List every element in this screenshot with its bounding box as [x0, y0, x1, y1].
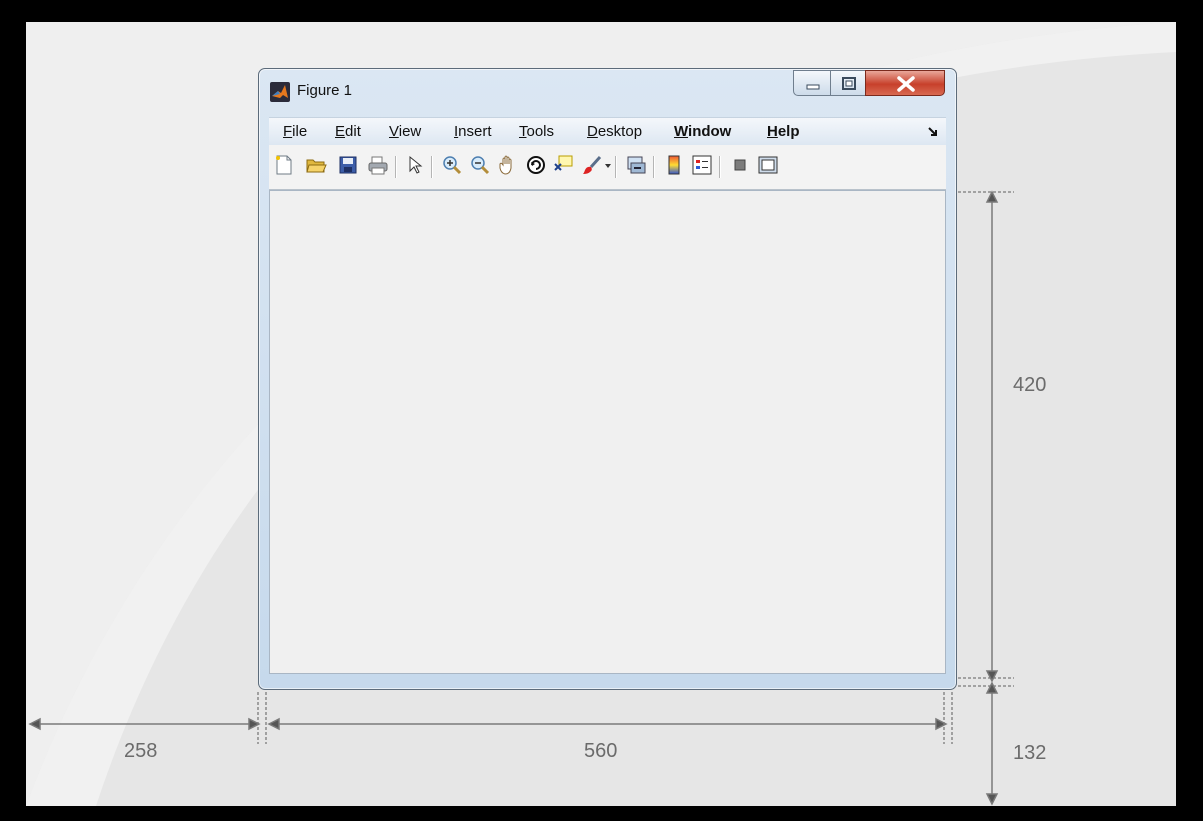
legend-icon[interactable] [691, 154, 713, 176]
toolbar-separator [615, 156, 617, 178]
maximize-icon [842, 77, 856, 90]
brush-icon[interactable] [581, 154, 603, 176]
window-title: Figure 1 [297, 82, 353, 99]
link-plot-icon[interactable] [625, 154, 647, 176]
new-figure-icon[interactable] [273, 154, 295, 176]
edit-plot-arrow-icon[interactable] [405, 154, 427, 176]
menu-help[interactable]: Help [767, 123, 800, 140]
open-file-icon[interactable] [305, 154, 327, 176]
title-bar[interactable]: Figure 1 [259, 69, 956, 111]
close-icon [897, 76, 915, 92]
maximize-button[interactable] [830, 70, 866, 96]
data-cursor-icon[interactable] [553, 154, 575, 176]
matlab-logo-icon [270, 82, 290, 102]
figure-window: Figure 1 File Edit View Insert Tools Des… [258, 68, 957, 690]
toolbar-separator [653, 156, 655, 178]
menu-tools[interactable]: Tools [519, 123, 554, 140]
rotate-3d-icon[interactable] [525, 154, 547, 176]
dimension-width-label: 560 [584, 740, 618, 762]
dimension-left-label: 258 [124, 740, 158, 762]
dimension-height-label: 420 [1013, 374, 1047, 396]
menu-file[interactable]: File [283, 123, 307, 140]
pan-hand-icon[interactable] [497, 154, 519, 176]
minimize-button[interactable] [793, 70, 831, 96]
hide-plot-tools-icon[interactable] [729, 154, 751, 176]
toolbar-separator [719, 156, 721, 178]
brush-dropdown-icon[interactable] [605, 163, 611, 169]
print-icon[interactable] [367, 154, 389, 176]
menu-bar: File Edit View Insert Tools Desktop Wind… [269, 117, 946, 145]
dock-arrow-icon[interactable] [928, 127, 938, 137]
close-button[interactable] [865, 70, 945, 96]
save-icon[interactable] [337, 154, 359, 176]
menu-view[interactable]: View [389, 123, 421, 140]
figure-canvas[interactable] [269, 190, 946, 674]
zoom-in-icon[interactable] [441, 154, 463, 176]
menu-edit[interactable]: Edit [335, 123, 361, 140]
colorbar-icon[interactable] [663, 154, 685, 176]
dimension-bottom-label: 132 [1013, 742, 1047, 764]
zoom-out-icon[interactable] [469, 154, 491, 176]
toolbar-separator [395, 156, 397, 178]
menu-window[interactable]: Window [674, 123, 731, 140]
toolbar-separator [431, 156, 433, 178]
minimize-icon [806, 84, 820, 90]
menu-desktop[interactable]: Desktop [587, 123, 642, 140]
figure-toolbar [269, 145, 946, 190]
menu-insert[interactable]: Insert [454, 123, 492, 140]
show-plot-tools-icon[interactable] [757, 154, 779, 176]
